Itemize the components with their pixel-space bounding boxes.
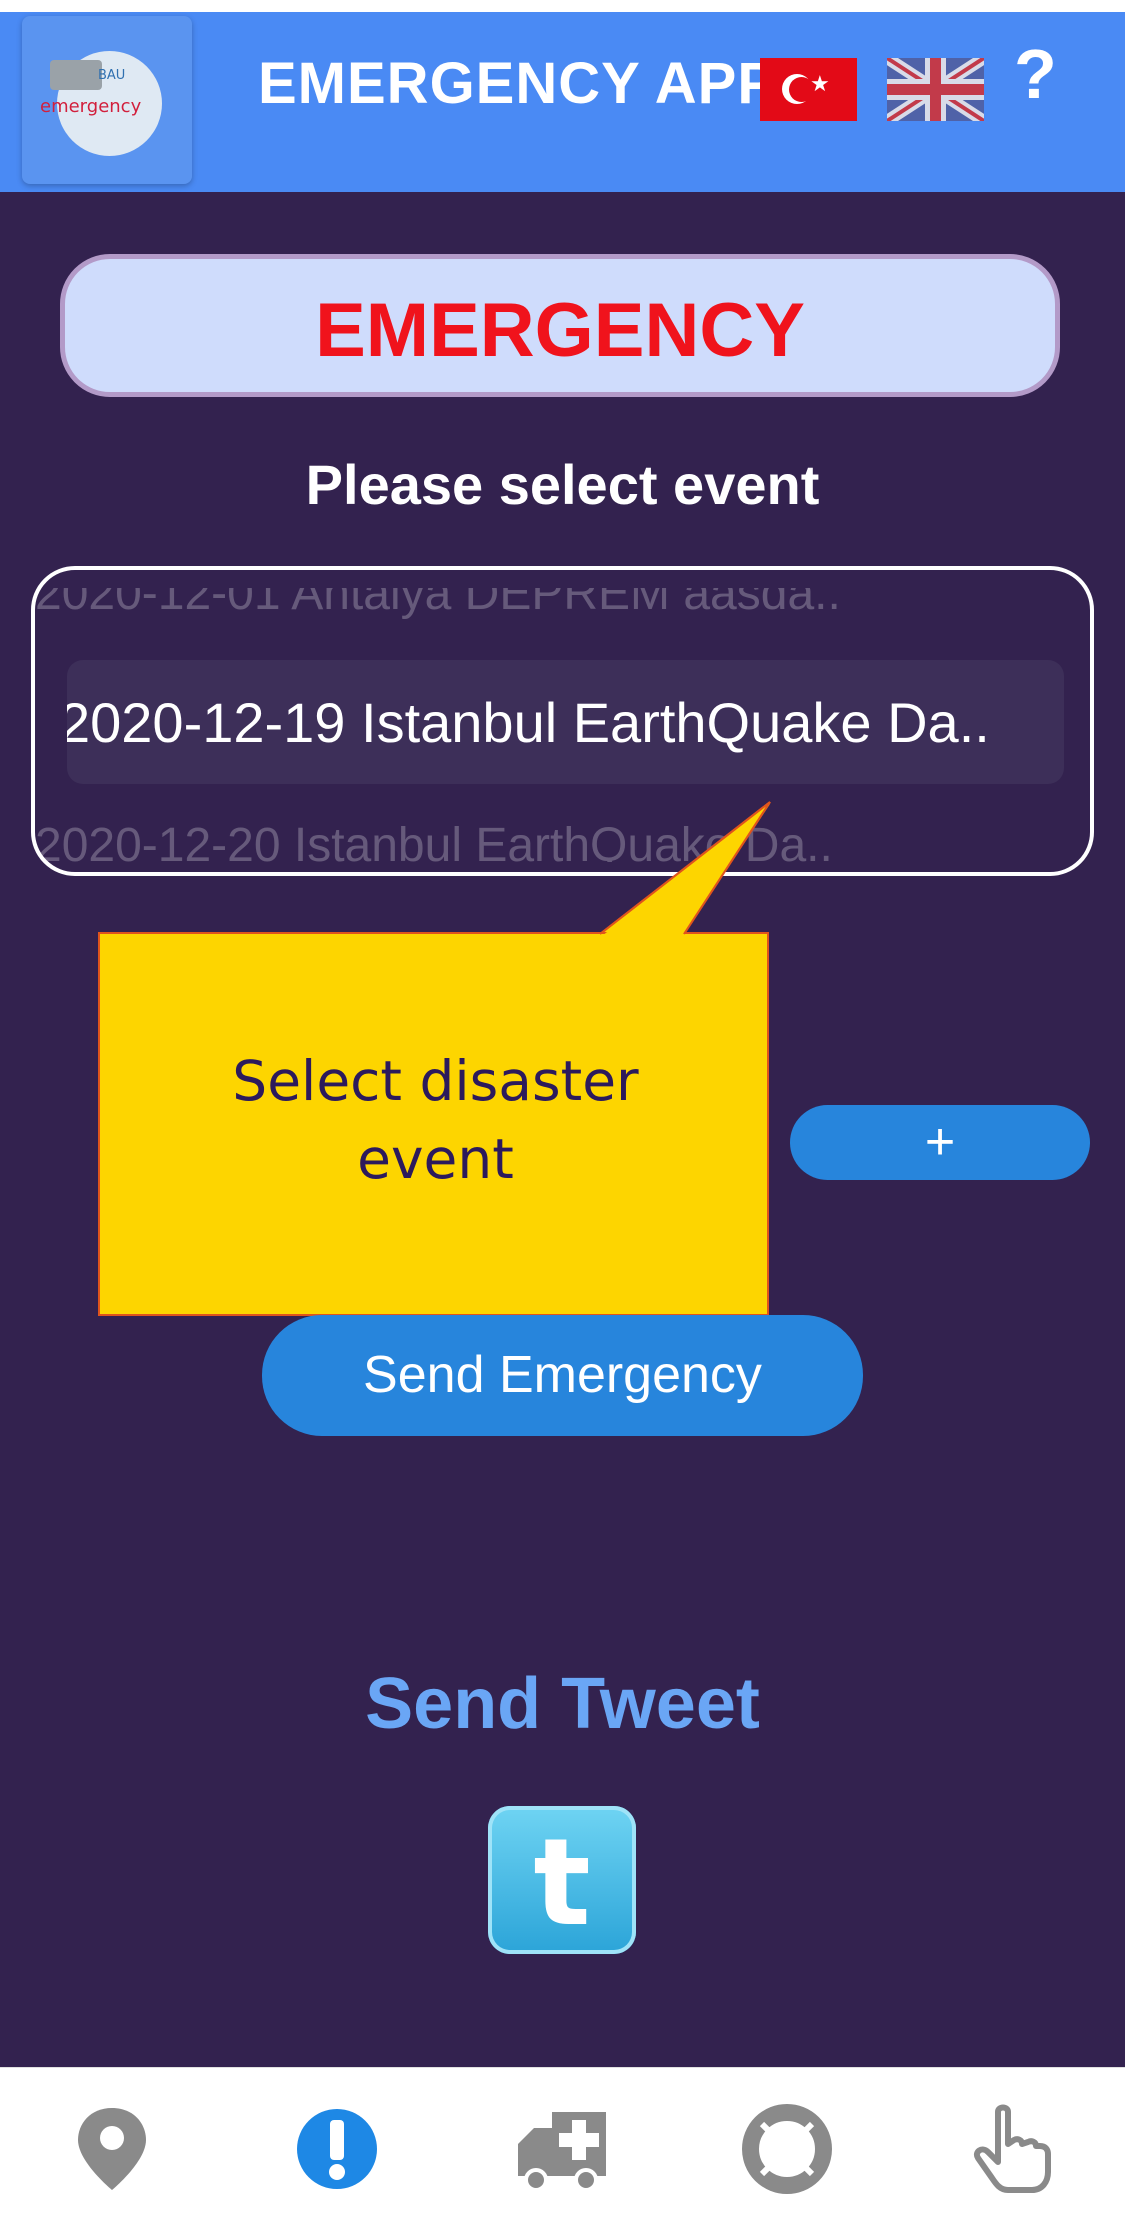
twitter-icon[interactable]: t [488,1806,636,1954]
hint-tooltip: Select disaster event [98,932,769,1316]
event-picker[interactable]: 2020-12-01 Antalya DEPREM aasda.. 2020-1… [31,566,1094,876]
location-pin-icon[interactable] [62,2104,162,2194]
send-emergency-button[interactable]: Send Emergency [262,1315,863,1436]
flag-star: ★ [810,72,830,97]
bottom-tab-bar [0,2067,1125,2218]
send-tweet-title: Send Tweet [365,1664,760,1744]
app-header: BAU emergency EMERGENCY APP ★ ? [0,12,1125,192]
status-strip [0,0,1125,12]
select-event-label: Please select event [305,453,820,516]
twitter-glyph: t [533,1814,591,1953]
logo-truck-icon [50,60,102,90]
picker-item-label: 2020-12-01 Antalya DEPREM aasda.. [35,588,841,620]
add-button[interactable]: + [790,1105,1090,1180]
lifebuoy-icon[interactable] [737,2104,837,2194]
picker-item-label: 2020-12-19 Istanbul EarthQuake Da.. [67,691,990,754]
hand-pointer-icon[interactable] [962,2104,1062,2194]
picker-item[interactable]: 2020-12-01 Antalya DEPREM aasda.. [35,588,1090,633]
picker-item[interactable]: 2020-12-20 Istanbul EarthQuake Da.. [35,812,1090,862]
uk-flag-icon[interactable] [887,58,984,121]
alert-icon[interactable] [287,2104,387,2194]
uk-flag-graphic [887,58,984,121]
tooltip-line: event [357,1127,514,1191]
logo-text: emergency [40,96,142,117]
picker-item-selected[interactable]: 2020-12-19 Istanbul EarthQuake Da.. [67,660,1064,784]
emergency-button[interactable]: EMERGENCY [60,254,1060,397]
tooltip-line: Select disaster [232,1049,639,1113]
app-logo[interactable]: BAU emergency [22,16,192,184]
picker-item-label: 2020-12-20 Istanbul EarthQuake Da.. [35,819,833,862]
app-title: EMERGENCY APP [258,51,777,116]
turkish-flag-icon[interactable]: ★ [760,58,857,121]
ambulance-icon[interactable] [512,2104,612,2194]
emergency-button-label: EMERGENCY [315,288,805,373]
logo-bau-text: BAU [98,68,126,83]
tooltip-text: Select disaster event [100,1042,771,1198]
help-button[interactable]: ? [1014,34,1057,114]
